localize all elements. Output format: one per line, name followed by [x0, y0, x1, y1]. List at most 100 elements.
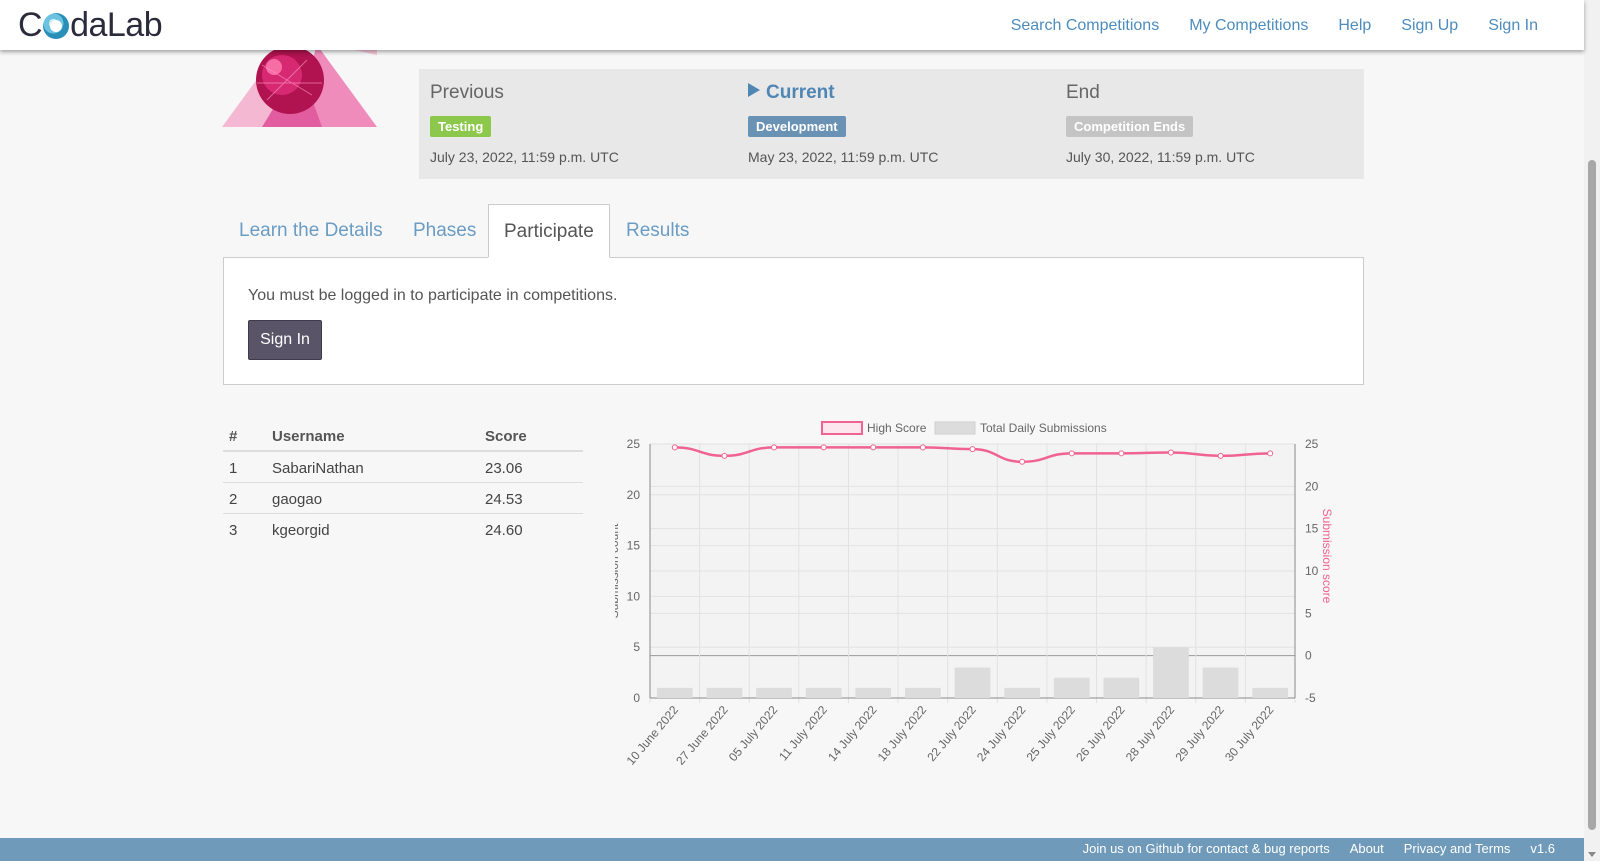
y2-axis-label: Submission score — [1320, 509, 1334, 604]
nav-help[interactable]: Help — [1338, 17, 1371, 35]
high-score-point — [1267, 450, 1274, 457]
phase-previous-date: July 23, 2022, 11:59 p.m. UTC — [430, 149, 619, 165]
tab-phases[interactable]: Phases — [413, 204, 476, 258]
scrollbar-thumb[interactable] — [1588, 160, 1596, 830]
phase-end-label: End — [1066, 82, 1100, 103]
bar — [1004, 687, 1040, 698]
bar — [1053, 677, 1090, 698]
high-score-point — [1019, 458, 1026, 465]
footer: Join us on Github for contact & bug repo… — [0, 838, 1584, 861]
nav-my-competitions[interactable]: My Competitions — [1189, 17, 1308, 35]
username-cell: kgeorgid — [272, 522, 330, 539]
high-score-point — [1118, 450, 1125, 457]
footer-privacy-link[interactable]: Privacy and Terms — [1404, 841, 1511, 856]
table-row: 1 SabariNathan 23.06 — [223, 452, 583, 483]
bar — [706, 687, 743, 698]
y2-tick-label: 20 — [1305, 479, 1319, 493]
bar — [1252, 687, 1289, 698]
bar — [954, 667, 991, 698]
submissions-chart: 0 5 10 15 20 25 -5 0 5 10 15 20 25 10 June 2022 27 Jun… — [615, 420, 1375, 790]
page-scrollbar[interactable] — [1584, 0, 1600, 861]
rank-cell: 1 — [229, 460, 238, 477]
footer-about-link[interactable]: About — [1350, 841, 1384, 856]
tab-results[interactable]: Results — [626, 204, 689, 258]
x-tick-label: 18 July 2022 — [875, 703, 930, 764]
bar — [1153, 647, 1189, 698]
high-score-point — [1217, 452, 1224, 459]
play-icon — [748, 83, 760, 97]
phase-current-date: May 23, 2022, 11:59 p.m. UTC — [748, 149, 939, 165]
nav-search-competitions[interactable]: Search Competitions — [1011, 17, 1160, 35]
navbar: CdaLab Search Competitions My Competitio… — [0, 0, 1584, 50]
competition-logo — [222, 45, 377, 127]
legend-high-score-label: High Score — [867, 421, 927, 435]
legend-high-score-swatch — [821, 421, 863, 435]
high-score-point — [969, 446, 976, 453]
globe-icon — [43, 13, 70, 39]
header-score: Score — [485, 428, 527, 445]
table-row: 2 gaogao 24.53 — [223, 483, 583, 514]
x-tick-label: 22 July 2022 — [924, 703, 979, 764]
chart-svg: 0510152025-5051015202510 June 202227 Jun… — [615, 421, 1334, 768]
footer-github-link[interactable]: Join us on Github for contact & bug repo… — [1083, 841, 1330, 856]
phase-current-label: Current — [748, 82, 835, 104]
rank-cell: 3 — [229, 522, 238, 539]
x-tick-label: 29 July 2022 — [1172, 703, 1227, 764]
bar — [805, 687, 842, 698]
y-tick-label: 10 — [627, 589, 641, 603]
leaderboard-header: # Username Score — [223, 418, 583, 452]
bar — [905, 687, 941, 698]
legend-submissions-swatch — [934, 421, 976, 435]
high-score-point — [820, 444, 827, 451]
x-tick-label: 25 July 2022 — [1024, 703, 1079, 764]
x-tick-label: 26 July 2022 — [1073, 703, 1128, 764]
high-score-point — [1167, 449, 1174, 456]
x-tick-label: 24 July 2022 — [974, 703, 1029, 764]
tab-learn-the-details[interactable]: Learn the Details — [239, 204, 383, 258]
tab-participate[interactable]: Participate — [488, 204, 610, 258]
score-cell: 24.53 — [485, 491, 523, 508]
y-tick-label: 5 — [633, 640, 640, 654]
y2-tick-label: 15 — [1305, 522, 1319, 536]
y2-tick-label: 10 — [1305, 564, 1319, 578]
footer-version: v1.6 — [1530, 841, 1555, 856]
bar — [1202, 667, 1239, 698]
high-score-point — [721, 452, 728, 459]
y-axis-label: Submission count — [615, 523, 621, 618]
y-tick-label: 15 — [627, 539, 641, 553]
x-tick-label: 14 July 2022 — [825, 703, 880, 764]
sign-in-button[interactable]: Sign In — [248, 320, 322, 360]
y-tick-label: 0 — [633, 691, 640, 705]
x-tick-label: 11 July 2022 — [776, 703, 830, 764]
x-tick-label: 05 July 2022 — [726, 703, 781, 764]
header-username: Username — [272, 428, 345, 445]
x-tick-label: 30 July 2022 — [1222, 703, 1277, 764]
username-cell: SabariNathan — [272, 460, 364, 477]
phase-end-badge: Competition Ends — [1066, 116, 1194, 137]
high-score-point — [919, 444, 926, 451]
phase-previous-badge: Testing — [430, 116, 492, 137]
rank-cell: 2 — [229, 491, 238, 508]
phases-panel: Previous Testing July 23, 2022, 11:59 p.… — [419, 69, 1364, 179]
scroll-down-arrow-icon[interactable] — [1588, 852, 1596, 857]
bar — [855, 687, 892, 698]
bar — [756, 687, 792, 698]
nav-sign-up[interactable]: Sign Up — [1401, 17, 1458, 35]
y2-tick-label: 25 — [1305, 437, 1319, 451]
y2-tick-label: -5 — [1305, 691, 1316, 705]
table-row: 3 kgeorgid 24.60 — [223, 514, 583, 545]
high-score-point — [870, 444, 877, 451]
phase-current-badge: Development — [748, 116, 846, 137]
score-cell: 24.60 — [485, 522, 523, 539]
codalab-logo[interactable]: CdaLab — [18, 6, 163, 45]
nav-sign-in[interactable]: Sign In — [1488, 17, 1538, 35]
y-tick-label: 25 — [627, 437, 641, 451]
login-required-message: You must be logged in to participate in … — [248, 287, 618, 304]
x-tick-label: 27 June 2022 — [673, 703, 731, 768]
legend-submissions-label: Total Daily Submissions — [980, 421, 1107, 435]
high-score-point — [1068, 450, 1075, 457]
leaderboard-table: # Username Score 1 SabariNathan 23.06 2 … — [223, 418, 583, 545]
bar — [1103, 677, 1140, 698]
high-score-point — [671, 444, 678, 451]
y2-tick-label: 0 — [1305, 649, 1312, 663]
